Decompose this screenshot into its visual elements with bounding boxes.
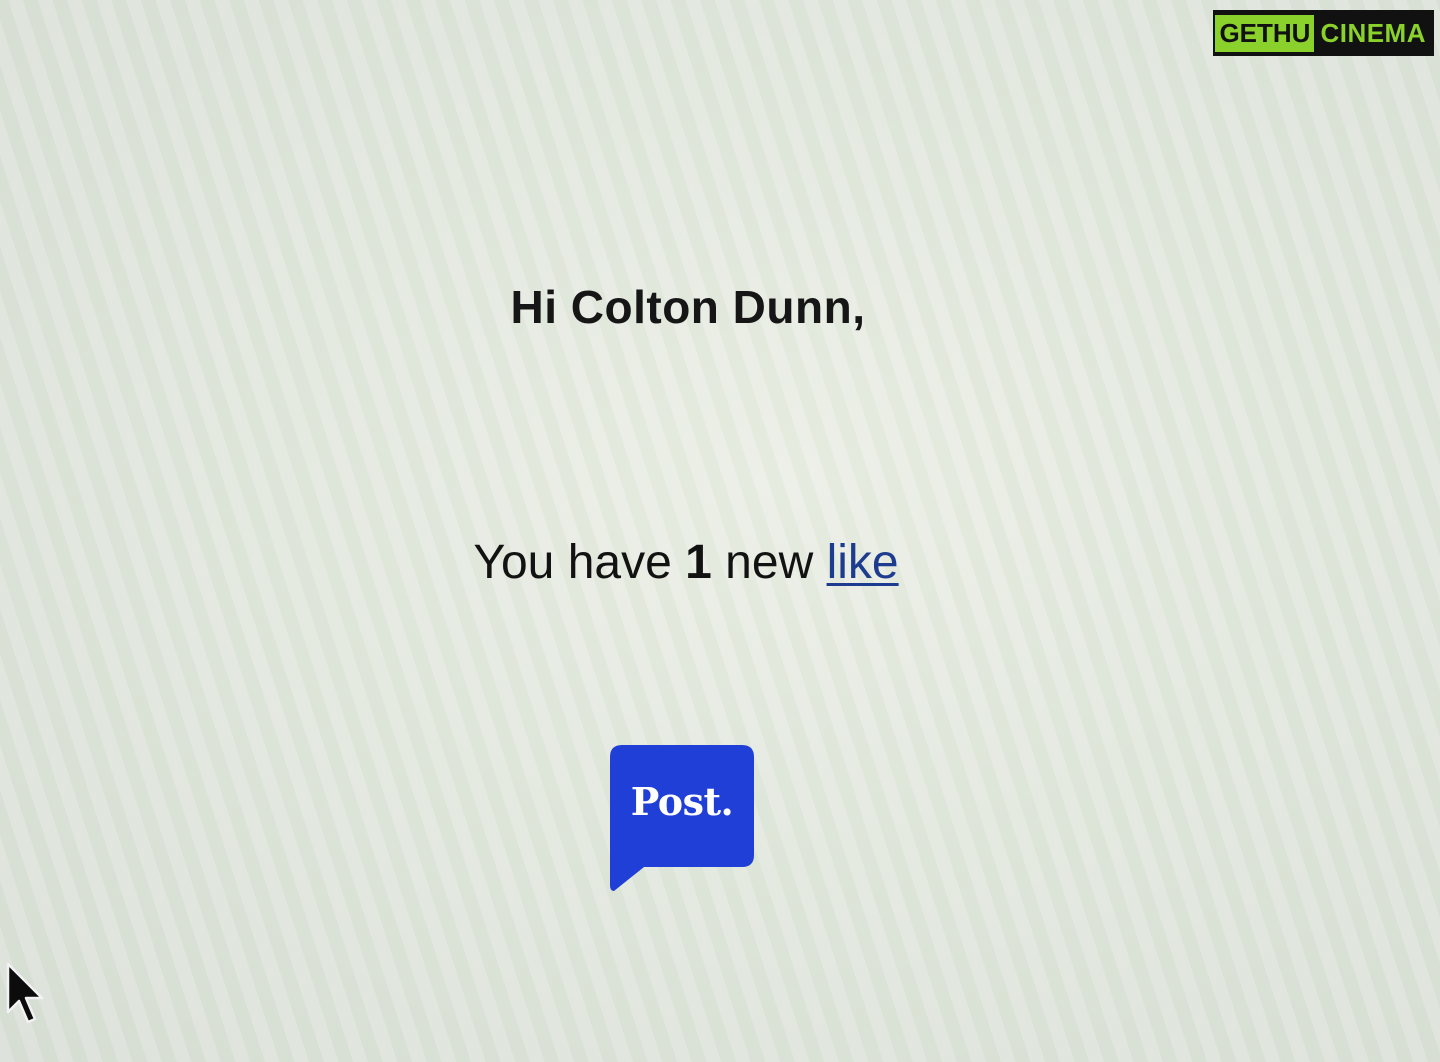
watermark-logo: GETHU CINEMA	[1213, 10, 1434, 56]
watermark-part1: GETHU	[1215, 14, 1315, 52]
like-link[interactable]: like	[827, 536, 899, 589]
message-middle: new	[711, 536, 827, 589]
email-body: Hi Colton Dunn, You have 1 new like Post…	[0, 0, 1440, 1062]
like-count: 1	[685, 536, 712, 589]
message-prefix: You have	[473, 536, 686, 589]
watermark-part2: CINEMA	[1320, 17, 1426, 48]
mouse-pointer-icon	[6, 962, 44, 1024]
logo-text: Post.	[630, 779, 734, 824]
notification-message: You have 1 new like	[0, 535, 1372, 590]
email-greeting: Hi Colton Dunn,	[510, 281, 866, 333]
post-logo[interactable]: Post.	[608, 745, 756, 893]
